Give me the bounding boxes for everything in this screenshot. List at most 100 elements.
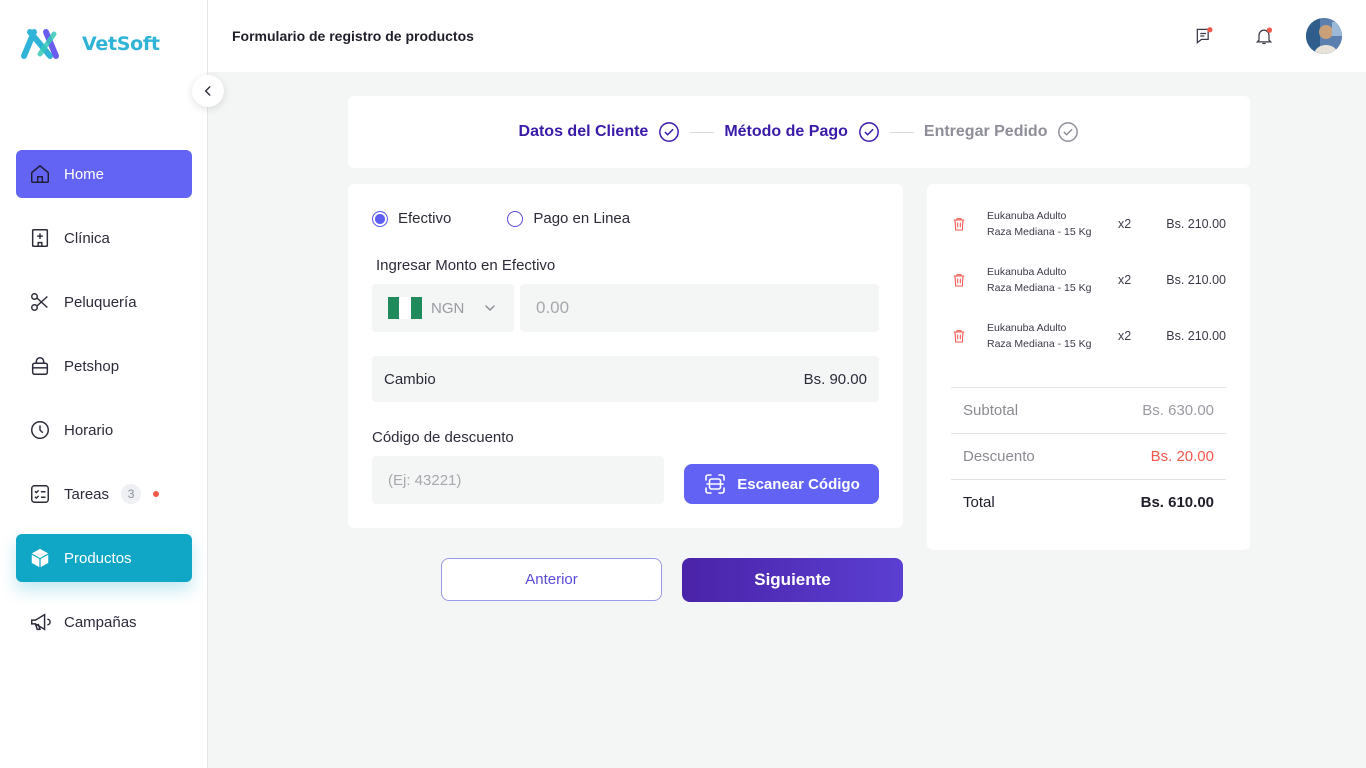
scan-icon bbox=[705, 474, 726, 494]
box-icon bbox=[28, 546, 52, 570]
discount-value: Bs. 20.00 bbox=[1150, 448, 1214, 465]
step-entregar-pedido[interactable]: Entregar Pedido bbox=[924, 121, 1080, 143]
scissors-icon bbox=[28, 290, 52, 314]
sidebar-item-clinica[interactable]: Clínica bbox=[16, 214, 192, 262]
app-name: VetSoft bbox=[82, 33, 160, 55]
step-label: Método de Pago bbox=[724, 123, 848, 140]
check-circle-icon bbox=[1058, 122, 1079, 142]
user-avatar[interactable] bbox=[1306, 18, 1342, 54]
total-row: Total Bs. 610.00 bbox=[951, 479, 1226, 525]
message-icon bbox=[1196, 27, 1213, 44]
trash-icon[interactable] bbox=[951, 328, 967, 344]
sidebar-nav: Home Clínica Peluquería Petshop Horario bbox=[16, 150, 192, 662]
item-quantity: x2 bbox=[1118, 329, 1132, 343]
sidebar-item-peluqueria[interactable]: Peluquería bbox=[16, 278, 192, 326]
currency-code: NGN bbox=[431, 299, 465, 317]
sidebar-item-label: Productos bbox=[64, 549, 132, 567]
sidebar-item-label: Horario bbox=[64, 421, 114, 439]
sidebar: VetSoft Home Clínica Peluquería Petshop bbox=[0, 0, 208, 768]
discount-code-input[interactable] bbox=[372, 456, 664, 504]
sidebar-item-home[interactable]: Home bbox=[16, 150, 192, 198]
page-title: Formulario de registro de productos bbox=[232, 28, 474, 44]
item-name: Eukanuba Adulto Raza Mediana - 15 Kg bbox=[987, 320, 1107, 352]
sidebar-item-tareas[interactable]: Tareas 3 bbox=[16, 470, 192, 518]
payment-method-options: Efectivo Pago en Linea bbox=[372, 210, 686, 227]
item-quantity: x2 bbox=[1118, 273, 1132, 287]
sidebar-item-petshop[interactable]: Petshop bbox=[16, 342, 192, 390]
item-price: Bs. 210.00 bbox=[1166, 273, 1226, 287]
item-name-line1: Eukanuba Adulto bbox=[987, 266, 1067, 278]
chevron-left-icon bbox=[204, 86, 211, 96]
amount-label: Ingresar Monto en Efectivo bbox=[376, 257, 556, 274]
next-button[interactable]: Siguiente bbox=[682, 558, 903, 602]
subtotal-value: Bs. 630.00 bbox=[1142, 402, 1214, 419]
bag-icon bbox=[28, 354, 52, 378]
item-name-line2: Raza Mediana - 15 Kg bbox=[987, 226, 1092, 238]
discount-code-label: Código de descuento bbox=[372, 429, 514, 446]
item-price: Bs. 210.00 bbox=[1166, 329, 1226, 343]
change-value: Bs. 90.00 bbox=[803, 370, 867, 388]
subtotal-row: Subtotal Bs. 630.00 bbox=[951, 387, 1226, 433]
sidebar-item-horario[interactable]: Horario bbox=[16, 406, 192, 454]
app-logo[interactable]: VetSoft bbox=[20, 26, 160, 62]
radio-label: Efectivo bbox=[398, 210, 452, 227]
sidebar-item-campanas[interactable]: Campañas bbox=[16, 598, 192, 646]
clinic-icon bbox=[28, 226, 52, 250]
item-price: Bs. 210.00 bbox=[1166, 217, 1226, 231]
notification-dot bbox=[153, 491, 160, 497]
change-row: Cambio Bs. 90.00 bbox=[372, 356, 879, 402]
step-metodo-pago[interactable]: Método de Pago bbox=[724, 121, 880, 143]
sidebar-item-label: Petshop bbox=[64, 357, 120, 375]
order-item: Eukanuba Adulto Raza Mediana - 15 Kg x2 … bbox=[951, 316, 1226, 356]
tasks-icon bbox=[28, 482, 52, 506]
item-name-line1: Eukanuba Adulto bbox=[987, 322, 1067, 334]
trash-icon[interactable] bbox=[951, 216, 967, 232]
vetsoft-logo-icon bbox=[21, 29, 59, 59]
discount-label: Descuento bbox=[963, 448, 1035, 465]
trash-icon[interactable] bbox=[951, 272, 967, 288]
step-connector bbox=[690, 131, 715, 133]
item-name: Eukanuba Adulto Raza Mediana - 15 Kg bbox=[987, 264, 1107, 296]
discount-row: Descuento Bs. 20.00 bbox=[951, 433, 1226, 479]
chevron-down-icon bbox=[485, 305, 496, 311]
top-header: Formulario de registro de productos bbox=[208, 0, 1366, 72]
sidebar-item-label: Tareas bbox=[64, 485, 110, 503]
avatar-image bbox=[1306, 18, 1342, 54]
sidebar-item-label: Peluquería bbox=[64, 293, 137, 311]
notifications-button[interactable] bbox=[1254, 26, 1274, 46]
item-name: Eukanuba Adulto Raza Mediana - 15 Kg bbox=[987, 208, 1107, 240]
scan-code-button[interactable]: Escanear Código bbox=[684, 464, 879, 504]
previous-button[interactable]: Anterior bbox=[441, 558, 662, 601]
sidebar-item-label: Campañas bbox=[64, 613, 137, 631]
step-connector bbox=[889, 131, 914, 133]
messages-button[interactable] bbox=[1194, 26, 1214, 46]
scan-code-label: Escanear Código bbox=[737, 475, 860, 493]
sidebar-item-label: Home bbox=[64, 165, 105, 183]
bell-icon bbox=[1255, 27, 1273, 45]
total-label: Total bbox=[963, 494, 995, 511]
nigeria-flag-icon bbox=[388, 297, 422, 319]
radio-indicator bbox=[507, 210, 524, 227]
step-label: Entregar Pedido bbox=[923, 123, 1048, 140]
sidebar-item-label: Clínica bbox=[64, 229, 110, 247]
radio-efectivo[interactable]: Efectivo bbox=[372, 210, 451, 227]
change-label: Cambio bbox=[384, 370, 436, 388]
clock-icon bbox=[28, 418, 52, 442]
collapse-sidebar-button[interactable] bbox=[192, 75, 224, 107]
tasks-count-badge: 3 bbox=[121, 484, 142, 504]
radio-pago-en-linea[interactable]: Pago en Linea bbox=[507, 210, 630, 227]
payment-form-card: Efectivo Pago en Linea Ingresar Monto en… bbox=[348, 184, 903, 528]
item-name-line2: Raza Mediana - 15 Kg bbox=[987, 282, 1092, 294]
check-circle-icon bbox=[858, 122, 879, 142]
order-summary-card: Eukanuba Adulto Raza Mediana - 15 Kg x2 … bbox=[927, 184, 1250, 550]
item-name-line1: Eukanuba Adulto bbox=[987, 210, 1067, 222]
home-icon bbox=[28, 162, 52, 186]
step-label: Datos del Cliente bbox=[518, 123, 649, 140]
order-item: Eukanuba Adulto Raza Mediana - 15 Kg x2 … bbox=[951, 204, 1226, 244]
sidebar-item-productos[interactable]: Productos bbox=[16, 534, 192, 582]
step-datos-cliente[interactable]: Datos del Cliente bbox=[519, 121, 681, 143]
cash-amount-input[interactable] bbox=[520, 284, 879, 332]
currency-select[interactable]: NGN bbox=[372, 284, 514, 332]
order-item: Eukanuba Adulto Raza Mediana - 15 Kg x2 … bbox=[951, 260, 1226, 300]
radio-label: Pago en Linea bbox=[533, 210, 631, 227]
